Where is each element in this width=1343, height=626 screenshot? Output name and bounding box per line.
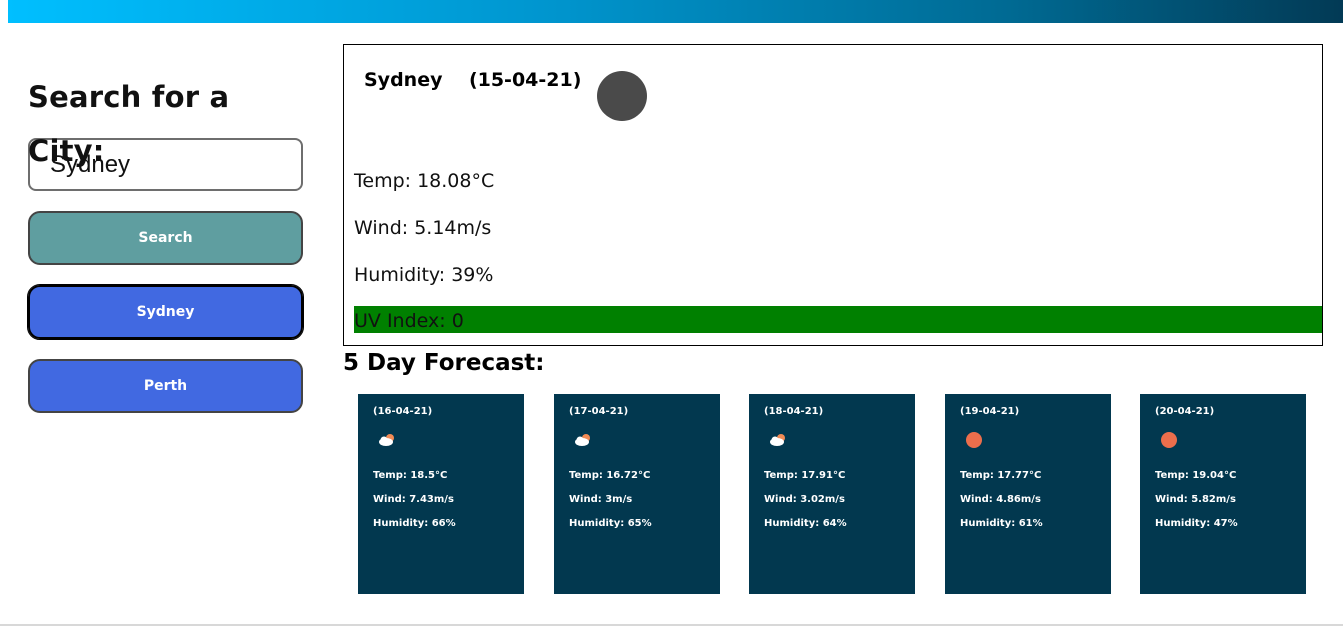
forecast-wind: Wind: 5.82m/s [1155, 494, 1236, 505]
forecast-date: (16-04-21) [373, 406, 433, 417]
current-city-title: Sydney (15-04-21) [364, 69, 581, 91]
search-heading: Search for a City: [28, 80, 230, 168]
forecast-card: (19-04-21) Temp: 17.77°C Wind: 4.86m/s H… [945, 394, 1111, 594]
forecast-temp: Temp: 18.5°C [373, 470, 448, 481]
search-button[interactable]: Search [28, 211, 303, 265]
current-temp: Temp: 18.08°C [354, 170, 495, 192]
current-city-name: Sydney [364, 69, 443, 91]
forecast-humidity: Humidity: 64% [764, 518, 847, 529]
forecast-date: (17-04-21) [569, 406, 629, 417]
forecast-title: 5 Day Forecast: [343, 350, 545, 376]
partly-cloudy-icon [769, 432, 789, 448]
header-gradient-bar [8, 0, 1343, 23]
forecast-temp: Temp: 16.72°C [569, 470, 651, 481]
partly-cloudy-icon [574, 432, 594, 448]
forecast-date: (20-04-21) [1155, 406, 1215, 417]
forecast-card: (17-04-21) Temp: 16.72°C Wind: 3m/s Humi… [554, 394, 720, 594]
forecast-humidity: Humidity: 66% [373, 518, 456, 529]
forecast-temp: Temp: 19.04°C [1155, 470, 1237, 481]
forecast-humidity: Humidity: 65% [569, 518, 652, 529]
forecast-wind: Wind: 3m/s [569, 494, 633, 505]
partly-cloudy-icon [378, 432, 398, 448]
forecast-humidity: Humidity: 47% [1155, 518, 1238, 529]
history-button-sydney[interactable]: Sydney [27, 284, 304, 340]
forecast-humidity: Humidity: 61% [960, 518, 1043, 529]
forecast-wind: Wind: 7.43m/s [373, 494, 454, 505]
current-humidity: Humidity: 39% [354, 264, 494, 286]
current-weather-card: Sydney (15-04-21) Temp: 18.08°C Wind: 5.… [343, 44, 1323, 346]
sun-icon [965, 432, 985, 448]
uv-index-bar: UV Index: 0 [354, 306, 1322, 333]
search-panel: Search for a City: Search Sydney Perth [27, 70, 304, 413]
forecast-card: (20-04-21) Temp: 19.04°C Wind: 5.82m/s H… [1140, 394, 1306, 594]
forecast-temp: Temp: 17.91°C [764, 470, 846, 481]
forecast-wind: Wind: 4.86m/s [960, 494, 1041, 505]
sun-icon [1160, 432, 1180, 448]
forecast-card: (16-04-21) Temp: 18.5°C Wind: 7.43m/s Hu… [358, 394, 524, 594]
forecast-temp: Temp: 17.77°C [960, 470, 1042, 481]
current-wind: Wind: 5.14m/s [354, 217, 492, 239]
forecast-card: (18-04-21) Temp: 17.91°C Wind: 3.02m/s H… [749, 394, 915, 594]
forecast-wind: Wind: 3.02m/s [764, 494, 845, 505]
current-date: (15-04-21) [468, 69, 582, 91]
forecast-date: (19-04-21) [960, 406, 1020, 417]
dark-circle-icon [597, 71, 647, 121]
forecast-date: (18-04-21) [764, 406, 824, 417]
history-button-perth[interactable]: Perth [28, 359, 303, 413]
